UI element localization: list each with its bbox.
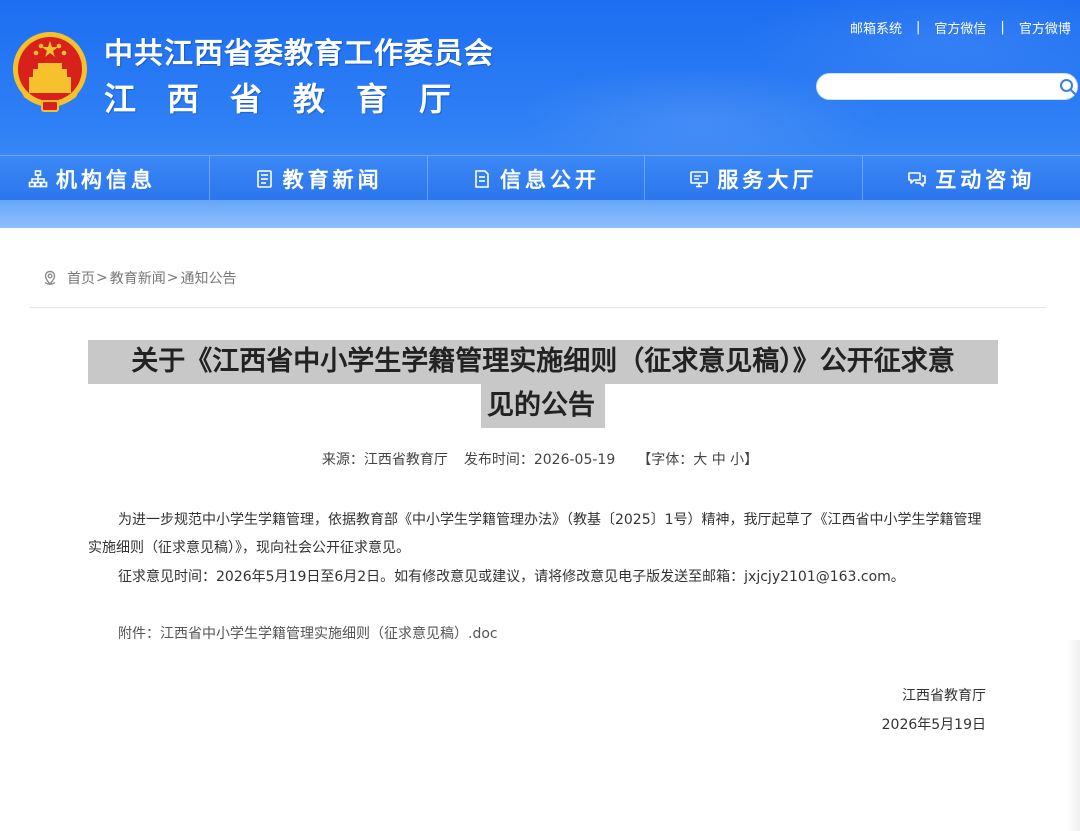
nav-item-interactive-consult[interactable]: 互动咨询 xyxy=(863,156,1080,201)
attachment-label: 附件： xyxy=(118,626,160,642)
font-size-small[interactable]: 小 xyxy=(730,452,744,468)
publish-date-label: 发布时间： xyxy=(463,452,534,468)
top-link-separator: | xyxy=(1000,20,1005,35)
monitor-icon xyxy=(690,170,709,187)
official-wechat-link[interactable]: 官方微信 xyxy=(934,18,986,37)
breadcrumb-separator: > xyxy=(166,270,179,286)
article-paragraph: 为进一步规范中小学生学籍管理，依据教育部《中小学生学籍管理办法》（教基〔2025… xyxy=(88,512,982,556)
org-name-party-committee: 中共江西省委教育工作委员会 xyxy=(104,36,495,70)
nav-item-label: 服务大厅 xyxy=(717,167,818,192)
official-weibo-link[interactable]: 官方微博 xyxy=(1019,18,1071,37)
article-title: 关于《江西省中小学生学籍管理实施细则（征求意见稿）》公开征求意 见的公告 xyxy=(88,340,998,428)
search-box xyxy=(816,73,1078,100)
location-pin-icon xyxy=(44,270,56,286)
nav-item-service-hall[interactable]: 服务大厅 xyxy=(645,156,863,201)
national-emblem-icon xyxy=(13,32,87,112)
nav-item-label: 信息公开 xyxy=(500,167,601,192)
publish-date: 2026-05-19 xyxy=(533,452,616,468)
breadcrumb-home[interactable]: 首页 xyxy=(67,268,95,288)
breadcrumb: 首页 > 教育新闻 > 通知公告 xyxy=(42,268,236,288)
signature-org: 江西省教育厅 xyxy=(902,688,986,704)
search-input[interactable] xyxy=(829,77,1049,97)
chat-icon xyxy=(908,171,927,187)
signature-date: 2026年5月19日 xyxy=(881,717,986,733)
nav-item-label: 互动咨询 xyxy=(935,167,1036,192)
attachment: 附件：江西省中小学生学籍管理实施细则（征求意见稿）.doc xyxy=(118,623,498,643)
main-nav: 机构信息 教育新闻 信息公开 服务大厅 互动咨询 xyxy=(0,155,1080,201)
top-links: 邮箱系统 | 官方微信 | 官方微博 xyxy=(850,18,1071,37)
source-label: 来源： xyxy=(321,452,364,468)
attachment-file-link[interactable]: 江西省中小学生学籍管理实施细则（征求意见稿）.doc xyxy=(160,626,498,642)
page-edge-shadow xyxy=(1066,640,1080,831)
nav-item-label: 教育新闻 xyxy=(282,167,383,192)
article-signature: 江西省教育厅 2026年5月19日 xyxy=(882,682,986,740)
nav-item-education-news[interactable]: 教育新闻 xyxy=(210,156,428,201)
nav-sub-band xyxy=(0,200,1080,228)
article-body: 为进一步规范中小学生学籍管理，依据教育部《中小学生学籍管理办法》（教基〔2025… xyxy=(88,506,988,591)
font-size-label-open: 【字体： xyxy=(637,452,694,468)
search-icon[interactable] xyxy=(1059,78,1077,96)
nav-item-info-disclosure[interactable]: 信息公开 xyxy=(428,156,646,201)
article-title-line-2: 见的公告 xyxy=(481,384,605,428)
font-size-medium[interactable]: 中 xyxy=(712,452,726,468)
breadcrumb-divider xyxy=(30,307,1046,308)
breadcrumb-education-news[interactable]: 教育新闻 xyxy=(110,268,166,288)
nav-item-label: 机构信息 xyxy=(56,167,156,192)
article-meta: 来源：江西省教育厅 发布时间：2026-05-19 【字体：大 中 小】 xyxy=(0,449,1080,469)
font-size-label-close: 】 xyxy=(744,452,759,468)
document-icon xyxy=(475,169,489,188)
top-link-separator: | xyxy=(916,20,921,35)
breadcrumb-separator: > xyxy=(96,270,108,286)
source-value: 江西省教育厅 xyxy=(363,452,448,468)
org-name-department: 江西省教育厅 xyxy=(104,80,483,118)
org-chart-icon xyxy=(28,169,48,187)
article-paragraph: 征求意见时间：2026年5月19日至6月2日。如有修改意见或建议，请将修改意见电… xyxy=(118,569,905,585)
mailbox-link[interactable]: 邮箱系统 xyxy=(850,18,902,37)
font-size-large[interactable]: 大 xyxy=(693,452,707,468)
nav-item-org-info[interactable]: 机构信息 xyxy=(0,156,211,201)
article-title-line-1: 关于《江西省中小学生学籍管理实施细则（征求意见稿）》公开征求意 xyxy=(88,340,998,384)
news-icon xyxy=(256,169,272,188)
breadcrumb-notices[interactable]: 通知公告 xyxy=(180,268,236,288)
